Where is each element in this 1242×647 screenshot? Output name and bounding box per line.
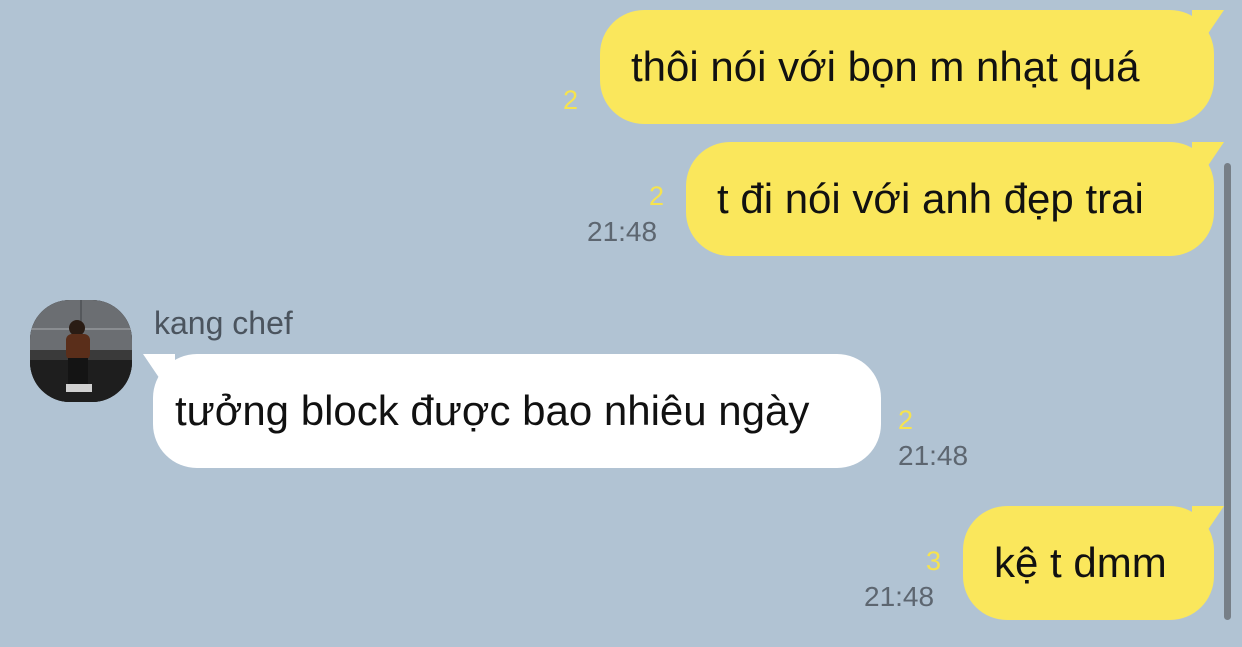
unread-count: 3 <box>926 546 942 576</box>
chat-area: thôi nói với bọn m nhạt quá 2 t đi nói v… <box>0 0 1242 647</box>
message-text: kệ t dmm <box>994 539 1167 586</box>
sender-avatar[interactable] <box>30 300 132 402</box>
message-timestamp: 21:48 <box>864 581 935 612</box>
unread-count: 2 <box>898 405 914 435</box>
unread-count: 2 <box>563 85 579 115</box>
sender-name: kang chef <box>154 305 293 341</box>
message-timestamp: 21:48 <box>898 440 969 471</box>
message-text: tưởng block được bao nhiêu ngày <box>175 387 810 434</box>
incoming-message-bubble[interactable]: tưởng block được bao nhiêu ngày <box>153 354 881 468</box>
chat-scrollbar[interactable] <box>1224 163 1231 620</box>
outgoing-message-bubble[interactable]: t đi nói với anh đẹp trai <box>686 142 1214 256</box>
unread-count: 2 <box>649 181 665 211</box>
avatar-photo-icon <box>30 300 132 402</box>
outgoing-message-bubble[interactable]: kệ t dmm <box>963 506 1214 620</box>
message-timestamp: 21:48 <box>587 216 658 247</box>
message-text: t đi nói với anh đẹp trai <box>717 175 1144 222</box>
outgoing-message-bubble[interactable]: thôi nói với bọn m nhạt quá <box>600 10 1214 124</box>
message-text: thôi nói với bọn m nhạt quá <box>631 43 1140 90</box>
